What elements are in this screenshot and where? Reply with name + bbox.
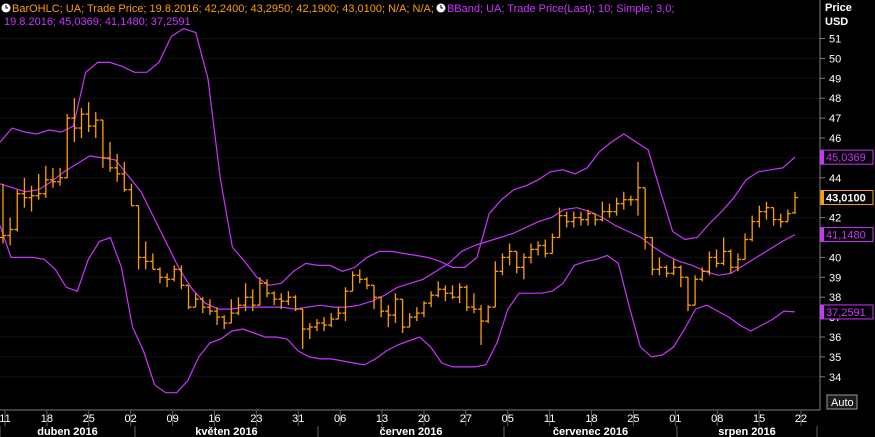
ohlc-legend-clock-icon <box>1 3 11 13</box>
y-tick-label: 34 <box>829 372 841 384</box>
month-label: srpen 2016 <box>718 426 775 437</box>
month-label: duben 2016 <box>37 426 98 437</box>
y-tick-label: 38 <box>829 292 841 304</box>
x-tick-label: 22 <box>795 413 807 425</box>
y-tick-label: 50 <box>829 53 841 65</box>
x-tick-label: 06 <box>334 413 346 425</box>
x-tick-label: 18 <box>41 413 53 425</box>
x-tick-label: 23 <box>250 413 262 425</box>
y-tick-label: 51 <box>829 34 841 46</box>
y-tick-label: 49 <box>829 73 841 85</box>
chart-background <box>0 0 875 437</box>
svg-text:45,0369: 45,0369 <box>826 152 866 164</box>
x-tick-label: 11 <box>0 413 11 425</box>
month-label: květen 2016 <box>195 426 257 437</box>
y-tick-label: 44 <box>829 173 841 185</box>
x-tick-label: 11 <box>544 413 555 425</box>
y-tick-label: 42 <box>829 213 841 225</box>
x-tick-label: 27 <box>460 413 472 425</box>
auto-scale-button[interactable]: Auto <box>826 394 858 410</box>
y-tick-label: 39 <box>829 272 841 284</box>
x-tick-label: 16 <box>208 413 220 425</box>
x-tick-label: 05 <box>502 413 514 425</box>
y-tick-label: 36 <box>829 332 841 344</box>
month-label: červenec 2016 <box>553 426 628 437</box>
x-tick-label: 31 <box>292 413 304 425</box>
chart: BarOHLC; UA; Trade Price; 19.8.2016; 42,… <box>0 0 875 437</box>
value-tag: 43,0100 <box>820 190 874 206</box>
y-axis-header-currency: USD <box>825 16 848 28</box>
value-tag: 45,0369 <box>820 149 874 165</box>
x-tick-label: 01 <box>669 413 681 425</box>
auto-scale-label: Auto <box>831 397 854 409</box>
value-tag: 37,2591 <box>820 304 874 320</box>
ohlc-legend-text: BarOHLC; UA; Trade Price; 19.8.2016; 42,… <box>12 3 434 15</box>
svg-text:43,0100: 43,0100 <box>826 193 866 205</box>
svg-text:41,1480: 41,1480 <box>826 230 866 242</box>
x-tick-label: 25 <box>83 413 95 425</box>
bband-legend-text: BBand; UA; Trade Price(Last); 10; Simple… <box>447 3 674 15</box>
x-tick-label: 25 <box>627 413 639 425</box>
svg-text:37,2591: 37,2591 <box>826 307 866 319</box>
x-tick-label: 20 <box>418 413 430 425</box>
bband-legend-clock-icon <box>436 3 446 13</box>
y-tick-label: 35 <box>829 352 841 364</box>
y-tick-label: 40 <box>829 252 841 264</box>
x-tick-label: 15 <box>753 413 765 425</box>
y-axis-header-price: Price <box>825 2 852 14</box>
x-tick-label: 13 <box>376 413 388 425</box>
value-tag: 41,1480 <box>820 227 874 243</box>
y-tick-label: 46 <box>829 133 841 145</box>
x-tick-label: 18 <box>585 413 597 425</box>
month-label: červen 2016 <box>380 426 443 437</box>
x-tick-label: 09 <box>166 413 178 425</box>
x-tick-label: 08 <box>711 413 723 425</box>
bband-legend-values: 19.8.2016; 45,0369; 41,1480; 37,2591 <box>4 16 191 28</box>
y-tick-label: 48 <box>829 93 841 105</box>
x-tick-label: 02 <box>125 413 137 425</box>
y-tick-label: 47 <box>829 113 841 125</box>
